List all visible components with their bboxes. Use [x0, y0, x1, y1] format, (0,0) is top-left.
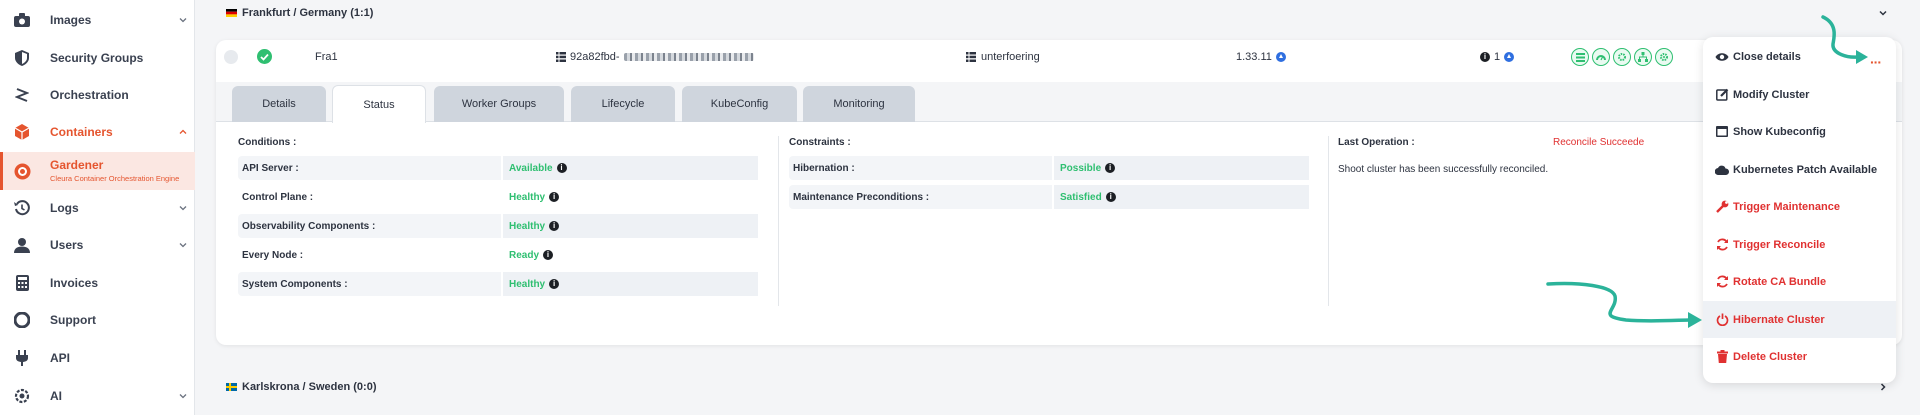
- annotation-arrow-hibernate: [1546, 281, 1702, 328]
- annotation-arrows: [1546, 15, 1868, 328]
- annotation-arrow-top: [1821, 15, 1868, 64]
